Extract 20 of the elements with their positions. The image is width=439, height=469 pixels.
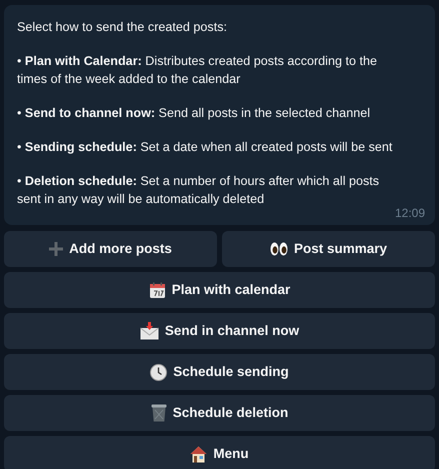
keyboard-button[interactable]: Add more posts xyxy=(4,231,217,267)
keyboard-button[interactable]: Schedule sending xyxy=(4,354,435,390)
eyes-icon xyxy=(270,242,288,256)
keyboard-button[interactable]: Send in channel now xyxy=(4,313,435,349)
keyboard-button[interactable]: Menu xyxy=(4,436,435,469)
message-text: Select how to send the created posts: xyxy=(17,19,228,36)
keyboard-button[interactable]: Plan with calendar xyxy=(4,272,435,308)
trash-icon xyxy=(150,404,167,422)
keyboard-button[interactable]: Post summary xyxy=(222,231,435,267)
message-text: • Send to channel now: Send all posts in the selected channel xyxy=(17,105,371,122)
message-text: • Sending schedule: Set a date when all created posts will be sent xyxy=(17,139,394,156)
clock-icon xyxy=(150,364,168,380)
message-text: • Plan with Calendar: Distributes created posts according to the times of the week added to the calendar xyxy=(17,53,378,88)
message-text: • Deletion schedule: Set a number of hours after which all posts sent in any way will be automatically deleted xyxy=(17,173,380,208)
plus-icon xyxy=(49,242,64,256)
keyboard-button[interactable]: Schedule deletion xyxy=(4,395,435,431)
house-icon xyxy=(190,446,208,462)
calendar-icon xyxy=(148,282,166,298)
message-time: 12:09 xyxy=(394,206,425,220)
envelope-icon xyxy=(140,322,159,340)
